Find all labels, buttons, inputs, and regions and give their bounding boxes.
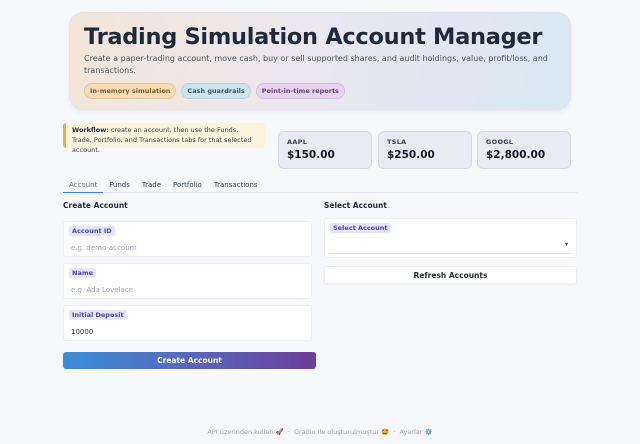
workflow-label: Workflow: [72, 126, 109, 134]
stock-card-tsla: TSLA $250.00 [378, 131, 472, 169]
initial-deposit-label: Initial Deposit [69, 310, 127, 320]
footer-separator: · [393, 428, 396, 436]
tag-in-memory: In-memory simulation [84, 83, 177, 99]
tab-trade[interactable]: Trade [136, 179, 167, 193]
stock-price: $150.00 [287, 149, 335, 161]
name-input[interactable] [67, 282, 308, 298]
refresh-accounts-button[interactable]: Refresh Accounts [324, 266, 577, 284]
create-account-button[interactable]: Create Account [63, 352, 316, 369]
create-account-title: Create Account [63, 201, 128, 210]
account-id-label: Account ID [69, 226, 115, 236]
footer-api-link[interactable]: API üzerinden kullan 🚀 [207, 428, 283, 436]
footer: API üzerinden kullan 🚀 · Gradio ile oluş… [0, 428, 640, 436]
header-card: Trading Simulation Account Manager Creat… [69, 12, 571, 110]
tag-cash-guardrails: Cash guardrails [181, 83, 251, 99]
tab-account[interactable]: Account [63, 179, 104, 193]
select-account-group: Select Account ▾ [324, 218, 577, 258]
initial-deposit-field-group: Initial Deposit [63, 305, 312, 341]
stock-symbol: AAPL [287, 138, 308, 146]
workflow-note: Workflow: create an account, then use th… [63, 123, 265, 154]
chevron-down-icon: ▾ [564, 241, 568, 248]
stock-card-googl: GOOGL $2,800.00 [477, 131, 571, 169]
name-label: Name [69, 268, 97, 278]
name-field-group: Name [63, 263, 312, 299]
select-account-label: Select Account [330, 223, 391, 233]
footer-separator: · [287, 428, 290, 436]
stock-card-aapl: AAPL $150.00 [278, 131, 372, 169]
tag-point-in-time: Point-in-time reports [255, 83, 345, 99]
initial-deposit-input[interactable] [67, 324, 308, 340]
page-description: Create a paper-trading account, move cas… [84, 54, 548, 75]
feature-tags: In-memory simulation Cash guardrails Poi… [84, 83, 556, 99]
select-account-title: Select Account [324, 201, 387, 210]
tab-transactions[interactable]: Transactions [208, 179, 264, 193]
page-title: Trading Simulation Account Manager [84, 24, 543, 50]
stock-symbol: TSLA [387, 138, 407, 146]
stock-symbol: GOOGL [486, 138, 514, 146]
account-id-input[interactable] [67, 240, 308, 256]
stock-price: $250.00 [387, 149, 435, 161]
stock-price: $2,800.00 [486, 149, 546, 161]
footer-settings-link[interactable]: Ayarlar ⚙️ [399, 428, 432, 436]
footer-gradio-link[interactable]: Gradio ile oluşturulmuştur 🤩 [294, 428, 389, 436]
tab-bar: Account Funds Trade Portfolio Transactio… [63, 179, 577, 193]
tab-funds[interactable]: Funds [103, 179, 136, 193]
tab-portfolio[interactable]: Portfolio [167, 179, 208, 193]
account-id-field-group: Account ID [63, 221, 312, 257]
account-dropdown[interactable]: ▾ [329, 238, 572, 254]
